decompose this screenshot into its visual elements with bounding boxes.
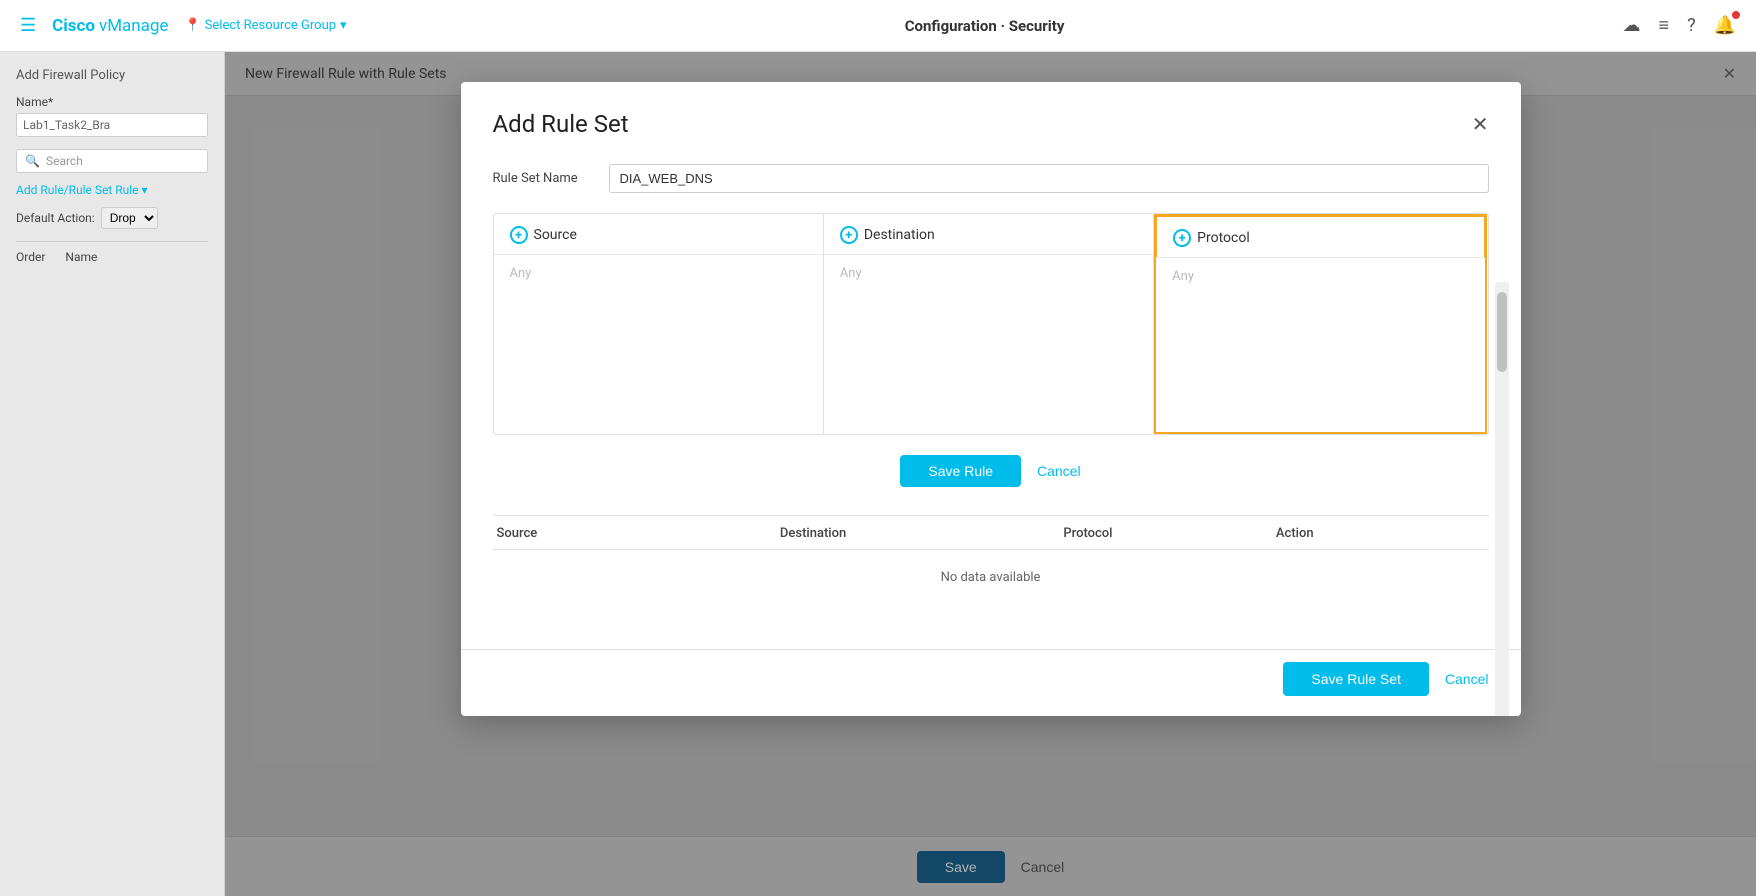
source-col-header: + Source	[494, 214, 823, 255]
resource-group-label: Select Resource Group	[205, 18, 336, 33]
table-protocol-header: Protocol	[1063, 526, 1276, 541]
sidebar-add-rule-button[interactable]: Add Rule/Rule Set Rule ▾	[16, 183, 208, 197]
sidebar-default-action: Default Action: Drop	[16, 207, 208, 229]
sidebar-order-col: Order	[16, 250, 45, 264]
protocol-column: + Protocol Any	[1154, 214, 1487, 434]
main-panel: New Firewall Rule with Rule Sets ✕ Add R…	[225, 52, 1756, 896]
destination-col-label: Destination	[864, 227, 935, 243]
sidebar-panel-title: Add Firewall Policy	[16, 68, 208, 83]
sidebar-search[interactable]: 🔍 Search	[16, 149, 208, 173]
source-any-text: Any	[510, 266, 532, 281]
modal-title: Add Rule Set	[493, 110, 629, 138]
add-rule-set-modal: Add Rule Set ✕ Rule Set Name	[461, 82, 1521, 716]
modal-scrollbar-thumb	[1497, 292, 1507, 372]
protocol-any-text: Any	[1172, 269, 1194, 284]
brand-cisco: Cisco	[52, 16, 95, 36]
modal-header: Add Rule Set ✕	[461, 82, 1521, 154]
table-destination-header: Destination	[780, 526, 1063, 541]
sidebar-name-col: Name	[65, 250, 97, 264]
modal-footer: Save Rule Set Cancel	[461, 649, 1521, 716]
modal-close-button[interactable]: ✕	[1472, 114, 1489, 134]
brand-vmanage: vManage	[99, 16, 169, 36]
modal-scrollbar[interactable]	[1495, 282, 1509, 716]
destination-col-body: Any	[824, 255, 1153, 291]
source-column: + Source Any	[494, 214, 824, 434]
topbar: ☰ Cisco vManage 📍 Select Resource Group …	[0, 0, 1756, 52]
columns-area: + Source Any + Destination	[493, 213, 1489, 435]
resource-group-arrow: ▾	[340, 18, 347, 33]
source-add-icon[interactable]: +	[510, 226, 528, 244]
table-no-data-message: No data available	[493, 550, 1489, 605]
table-header-row: Source Destination Protocol Action	[493, 516, 1489, 550]
destination-column: + Destination Any	[824, 214, 1154, 434]
search-icon: 🔍	[25, 154, 40, 168]
topbar-right: ☁ ≡ ? 🔔	[1623, 15, 1736, 36]
rule-set-name-input[interactable]	[609, 164, 1489, 193]
cloud-icon[interactable]: ☁	[1623, 15, 1641, 36]
source-col-label: Source	[534, 227, 577, 243]
nav-config: Configuration ·	[905, 17, 1009, 35]
protocol-col-body: Any	[1156, 258, 1485, 294]
nav-security: Security	[1009, 17, 1065, 35]
destination-add-icon[interactable]: +	[840, 226, 858, 244]
bell-badge	[1732, 11, 1740, 19]
protocol-add-icon[interactable]: +	[1173, 229, 1191, 247]
source-col-body: Any	[494, 255, 823, 291]
sidebar-name-value: Lab1_Task2_Bra	[16, 113, 208, 137]
help-icon[interactable]: ?	[1687, 15, 1696, 36]
topbar-nav-title: Configuration · Security	[905, 17, 1065, 35]
brand: Cisco vManage	[52, 16, 168, 36]
sidebar-search-placeholder: Search	[46, 154, 83, 168]
table-action-header: Action	[1276, 526, 1489, 541]
rule-set-name-label: Rule Set Name	[493, 171, 593, 186]
menu-lines-icon[interactable]: ≡	[1659, 15, 1670, 36]
default-action-select[interactable]: Drop	[101, 207, 158, 229]
hamburger-icon[interactable]: ☰	[20, 15, 36, 36]
location-icon: 📍	[184, 18, 200, 33]
modal-body: Rule Set Name + Source Any	[461, 154, 1521, 649]
topbar-left: ☰ Cisco vManage 📍 Select Resource Group …	[20, 15, 347, 36]
cancel-rule-set-button[interactable]: Cancel	[1445, 671, 1489, 687]
sidebar-panel: Add Firewall Policy Name* Lab1_Task2_Bra…	[0, 52, 225, 896]
destination-col-header: + Destination	[824, 214, 1153, 255]
cancel-rule-button[interactable]: Cancel	[1037, 463, 1081, 479]
protocol-col-label: Protocol	[1197, 230, 1250, 246]
save-rule-set-button[interactable]: Save Rule Set	[1283, 662, 1429, 696]
default-action-label: Default Action:	[16, 211, 95, 225]
resource-group-selector[interactable]: 📍 Select Resource Group ▾	[184, 18, 346, 33]
rule-buttons-row: Save Rule Cancel	[493, 455, 1489, 487]
destination-any-text: Any	[840, 266, 862, 281]
save-rule-button[interactable]: Save Rule	[900, 455, 1021, 487]
rule-set-name-row: Rule Set Name	[493, 154, 1489, 193]
bg-content: Add Firewall Policy Name* Lab1_Task2_Bra…	[0, 52, 1756, 896]
protocol-col-header: + Protocol	[1155, 215, 1486, 258]
bell-icon[interactable]: 🔔	[1714, 15, 1736, 36]
sidebar-table-header: Order Name	[16, 241, 208, 264]
rules-table: Source Destination Protocol Action No da…	[493, 515, 1489, 605]
modal-backdrop: Add Rule Set ✕ Rule Set Name	[225, 52, 1756, 896]
sidebar-name-label: Name*	[16, 95, 208, 109]
table-source-header: Source	[493, 526, 780, 541]
